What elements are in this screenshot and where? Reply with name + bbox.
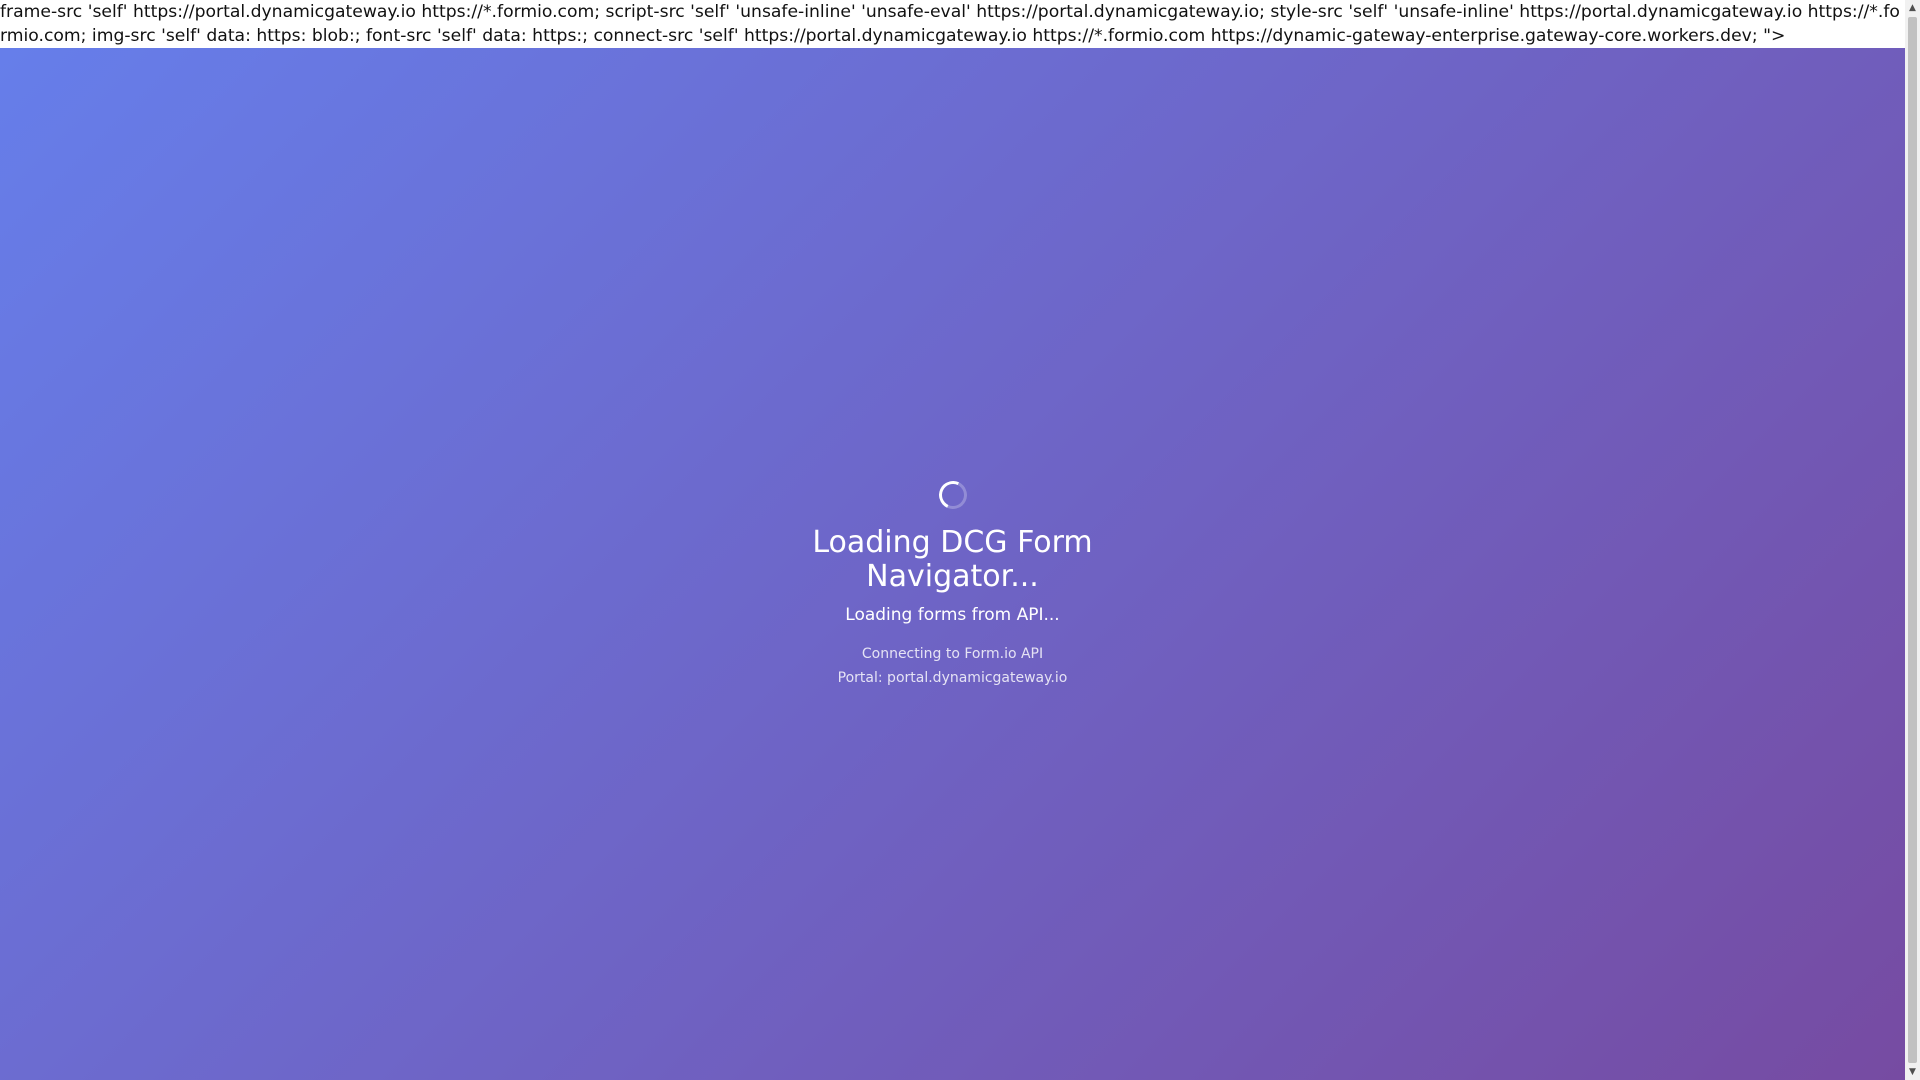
csp-meta-leaked-text: frame-src 'self' https://portal.dynamicg…	[0, 0, 1900, 48]
scrollbar-thumb[interactable]	[1908, 17, 1917, 1063]
spinner-wrapper	[0, 477, 1905, 513]
loading-subtitle: Loading forms from API...	[845, 605, 1060, 625]
loading-spinner-icon	[934, 477, 971, 513]
portal-url-text: Portal: portal.dynamicgateway.io	[837, 670, 1068, 686]
loading-details: Connecting to Form.io API Portal: portal…	[0, 642, 1905, 690]
loading-title: Loading DCG Form Navigator...	[812, 525, 1093, 594]
scroll-down-arrow-icon[interactable]: ▼	[1905, 1064, 1920, 1080]
vertical-scrollbar[interactable]: ▲ ▼	[1905, 0, 1920, 1080]
loading-screen: Loading DCG Form Navigator... Loading fo…	[0, 48, 1905, 1080]
page-viewport: frame-src 'self' https://portal.dynamicg…	[0, 0, 1905, 1080]
connection-status-text: Connecting to Form.io API	[861, 646, 1044, 662]
scroll-up-arrow-icon[interactable]: ▲	[1905, 0, 1920, 16]
loader-container: Loading DCG Form Navigator... Loading fo…	[0, 477, 1905, 690]
